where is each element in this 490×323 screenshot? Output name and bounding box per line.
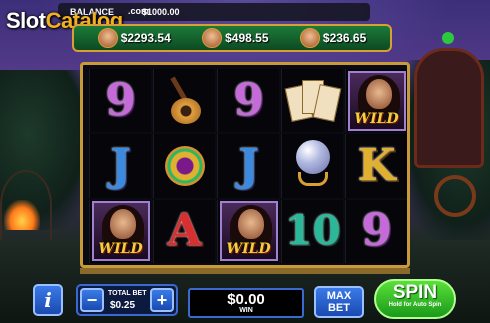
reel-cell: 9 xyxy=(345,199,407,263)
reel-cell xyxy=(281,134,343,198)
spin-button[interactable]: SPIN Hold for Auto Spin xyxy=(374,279,456,319)
jackpot-character-icon xyxy=(202,28,223,48)
status-dot xyxy=(442,32,454,44)
crystal-ball-symbol-icon xyxy=(292,139,334,192)
info-button[interactable]: i xyxy=(33,284,63,316)
symbol-9: 9 xyxy=(105,74,136,126)
reel-cell: WILD xyxy=(345,69,407,133)
reel-frame: 9 9 WILD J J K WILD A WILD 10 9 xyxy=(80,62,410,268)
jackpot-value: $498.55 xyxy=(225,31,269,45)
wild-symbol: WILD xyxy=(91,201,150,262)
win-label: WIN xyxy=(239,307,253,314)
max-bet-button[interactable]: MAX BET xyxy=(314,286,364,318)
reel-cell xyxy=(153,69,215,133)
total-bet-label: TOTAL BET xyxy=(108,290,147,297)
tarot-cards-symbol-icon xyxy=(284,76,341,126)
watermark-dotcom: .com xyxy=(128,6,150,16)
jackpot-character-icon xyxy=(299,28,320,48)
watermark-part1: Slot xyxy=(6,8,46,33)
reel-cell: J xyxy=(217,134,279,198)
symbol-a: A xyxy=(167,205,202,257)
jackpot-banner: $2293.54 $498.55 $236.65 xyxy=(72,24,392,52)
jackpot-value: $236.65 xyxy=(322,31,367,45)
symbol-j: J xyxy=(110,139,131,191)
wild-label: WILD xyxy=(226,241,271,258)
wagon-wheel xyxy=(434,175,476,217)
max-bet-line2: BET xyxy=(327,302,350,314)
reel-cell: WILD xyxy=(89,199,151,263)
reel-cell: 9 xyxy=(89,69,151,133)
wild-symbol: WILD xyxy=(219,201,278,262)
reel-cell: K xyxy=(345,134,407,198)
max-bet-line1: MAX xyxy=(326,290,352,302)
win-value: $0.00 xyxy=(227,291,265,308)
reel-cell xyxy=(281,69,343,133)
wild-label: WILD xyxy=(354,110,399,127)
symbol-9: 9 xyxy=(361,205,392,257)
jackpot-3: $236.65 xyxy=(299,28,367,48)
total-bet-value: $0.25 xyxy=(110,300,136,311)
jackpot-value: $2293.54 xyxy=(120,31,171,45)
symbol-10: 10 xyxy=(284,207,341,255)
symbol-9: 9 xyxy=(233,74,264,126)
gypsy-wagon xyxy=(414,48,484,168)
win-display: $0.00 WIN xyxy=(188,288,304,318)
increase-bet-button[interactable]: + xyxy=(150,288,174,312)
wild-label: WILD xyxy=(98,241,143,258)
spin-label: SPIN xyxy=(392,282,438,303)
reel-cell: 10 xyxy=(281,199,343,263)
reel-grid: 9 9 WILD J J K WILD A WILD 10 9 xyxy=(89,69,407,263)
frame-base xyxy=(80,268,410,274)
wild-symbol: WILD xyxy=(347,70,406,131)
campfire xyxy=(4,200,40,230)
spin-sublabel: Hold for Auto Spin xyxy=(388,302,442,308)
jackpot-1: $2293.54 xyxy=(97,28,171,48)
symbol-k: K xyxy=(357,139,396,191)
reel-cell xyxy=(153,134,215,198)
guitar-symbol-icon xyxy=(165,74,205,128)
total-bet-box: − TOTAL BET $0.25 + xyxy=(76,284,178,316)
decrease-bet-button[interactable]: − xyxy=(80,288,104,312)
reel-cell: 9 xyxy=(217,69,279,133)
reel-cell: A xyxy=(153,199,215,263)
reel-cell: J xyxy=(89,134,151,198)
reel-cell: WILD xyxy=(217,199,279,263)
jackpot-2: $498.55 xyxy=(202,28,269,48)
symbol-j: J xyxy=(238,139,259,191)
brooch-symbol-icon xyxy=(164,145,205,186)
jackpot-character-icon xyxy=(97,28,118,48)
